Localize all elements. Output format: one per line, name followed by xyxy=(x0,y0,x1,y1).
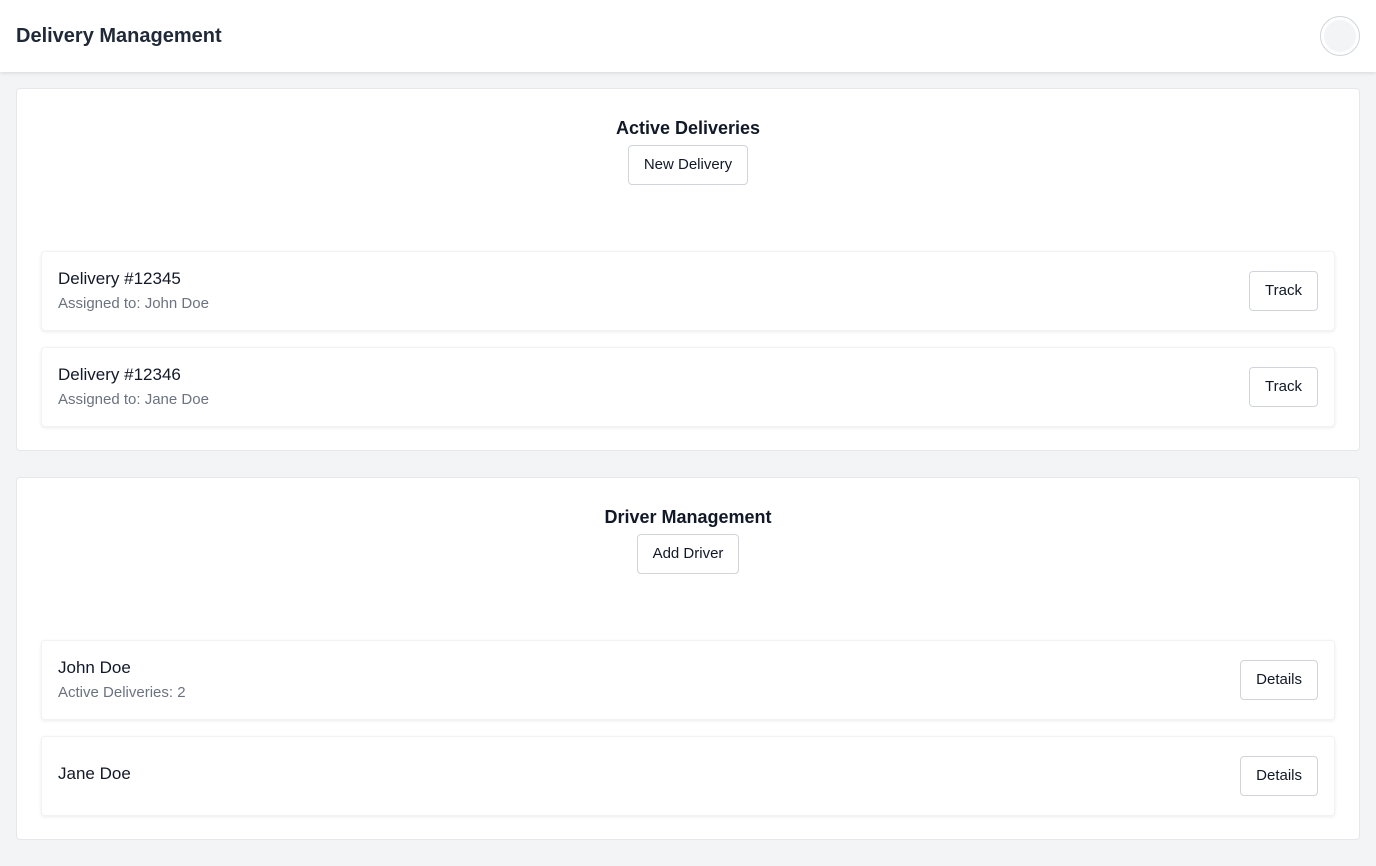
list-item: Delivery #12346 Assigned to: Jane Doe Tr… xyxy=(41,347,1335,427)
delivery-list: Delivery #12345 Assigned to: John Doe Tr… xyxy=(41,251,1335,427)
list-item: John Doe Active Deliveries: 2 Details xyxy=(41,640,1335,720)
active-deliveries-panel: Active Deliveries New Delivery Delivery … xyxy=(16,88,1360,451)
track-button[interactable]: Track xyxy=(1249,271,1318,311)
avatar-icon xyxy=(1324,20,1356,52)
driver-name: John Doe xyxy=(58,658,131,677)
driver-info: Jane Doe xyxy=(58,763,131,789)
driver-management-panel: Driver Management Add Driver John Doe Ac… xyxy=(16,477,1360,840)
delivery-title: Delivery #12345 xyxy=(58,269,181,288)
driver-management-title: Driver Management xyxy=(604,507,772,527)
delivery-title: Delivery #12346 xyxy=(58,365,181,384)
list-item: Delivery #12345 Assigned to: John Doe Tr… xyxy=(41,251,1335,331)
active-deliveries-title: Active Deliveries xyxy=(615,118,761,138)
driver-list: John Doe Active Deliveries: 2 Details Ja… xyxy=(41,640,1335,816)
list-item: Jane Doe Details xyxy=(41,736,1335,816)
driver-management-header: Driver Management Add Driver xyxy=(41,502,1335,640)
active-deliveries-header: Active Deliveries New Delivery xyxy=(41,113,1335,251)
delivery-info: Delivery #12345 Assigned to: John Doe xyxy=(58,268,209,314)
delivery-info: Delivery #12346 Assigned to: Jane Doe xyxy=(58,364,209,410)
add-driver-button[interactable]: Add Driver xyxy=(636,534,740,574)
top-bar: Delivery Management xyxy=(0,0,1376,72)
new-delivery-button[interactable]: New Delivery xyxy=(627,145,749,185)
driver-active-deliveries: Active Deliveries: 2 xyxy=(58,684,186,701)
delivery-assignee: Assigned to: Jane Doe xyxy=(58,391,209,408)
delivery-assignee: Assigned to: John Doe xyxy=(58,295,209,312)
avatar[interactable] xyxy=(1320,16,1360,56)
details-button[interactable]: Details xyxy=(1240,756,1318,796)
main-content: Active Deliveries New Delivery Delivery … xyxy=(16,88,1360,866)
details-button[interactable]: Details xyxy=(1240,660,1318,700)
page-title: Delivery Management xyxy=(16,24,222,47)
driver-info: John Doe Active Deliveries: 2 xyxy=(58,657,186,703)
track-button[interactable]: Track xyxy=(1249,367,1318,407)
driver-name: Jane Doe xyxy=(58,764,131,783)
